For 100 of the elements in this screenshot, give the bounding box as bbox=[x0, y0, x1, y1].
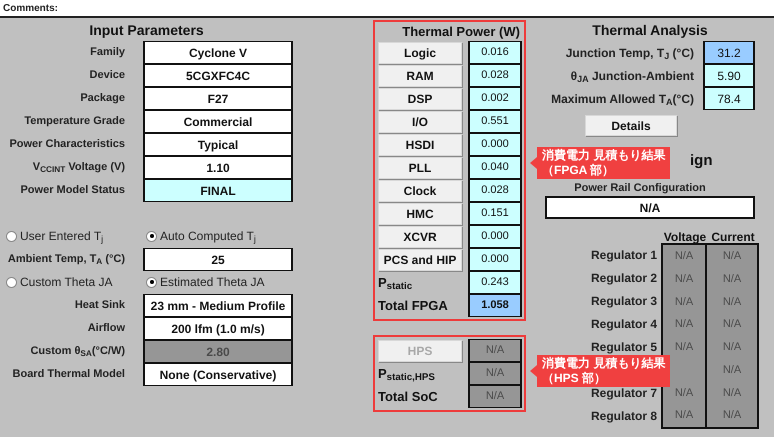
row-label: Total SoC bbox=[378, 388, 439, 406]
radio-label: Auto Computed T$_{j}$ bbox=[160, 228, 256, 245]
value-cell-text: N/A bbox=[722, 362, 742, 378]
value-field: 2.80 bbox=[143, 340, 293, 363]
value-cell-text: N/A bbox=[674, 317, 694, 332]
value-cell: 31.2 bbox=[703, 41, 755, 64]
field-label: Junction Temp, T$_{J}$ (°C) bbox=[564, 44, 695, 62]
callout-text: （FPGA 部） bbox=[542, 163, 616, 178]
value-cell-text: N/A bbox=[674, 340, 694, 356]
section-title: ign bbox=[690, 151, 712, 171]
category-button[interactable]: HSDI bbox=[378, 134, 462, 156]
value-cell-text: N/A bbox=[722, 340, 742, 356]
value-field[interactable]: 5CGXFC4C bbox=[143, 64, 293, 87]
row-label: P$_{static,HPS}$ bbox=[378, 364, 436, 384]
field-label: V$_{CCINT}$ Voltage (V) bbox=[32, 160, 126, 176]
field-label: Power Rail Configuration bbox=[574, 181, 706, 195]
value-cell: 5.90 bbox=[703, 64, 755, 87]
category-button[interactable]: RAM bbox=[378, 64, 462, 86]
value-cell: 78.4 bbox=[703, 87, 755, 110]
category-button[interactable]: Logic bbox=[378, 42, 462, 64]
value-cell: 0.016 bbox=[468, 41, 522, 64]
comments-label: Comments: bbox=[3, 2, 58, 16]
field-label: Power Characteristics bbox=[8, 137, 126, 152]
value-cell: N/A bbox=[468, 339, 522, 362]
value-cell: 0.000 bbox=[468, 248, 522, 271]
radio-button[interactable] bbox=[146, 276, 157, 288]
column-header: Current bbox=[710, 229, 756, 243]
field-label: Airflow bbox=[86, 321, 126, 336]
field-label: Power Model Status bbox=[19, 183, 126, 198]
value-cell: 0.028 bbox=[468, 64, 522, 87]
value-cell-text: N/A bbox=[722, 249, 742, 264]
row-label: Regulator 8 bbox=[590, 408, 657, 424]
field-label: Temperature Grade bbox=[23, 114, 126, 130]
value-cell-text: N/A bbox=[722, 408, 742, 424]
field-label: Device bbox=[88, 68, 126, 84]
row-label: Total FPGA bbox=[378, 296, 449, 315]
category-button[interactable]: I/O bbox=[378, 110, 462, 132]
callout-text: 消費電力 見積もり結果 bbox=[542, 148, 666, 163]
value-cell-text: N/A bbox=[674, 386, 694, 401]
value-cell: 0.551 bbox=[468, 110, 522, 133]
value-field[interactable]: 200 lfm (1.0 m/s) bbox=[143, 317, 293, 340]
category-button[interactable]: DSP bbox=[378, 88, 462, 110]
value-field[interactable]: None (Conservative) bbox=[143, 363, 293, 386]
section-title: Thermal Power (W) bbox=[401, 23, 521, 41]
value-cell: 0.028 bbox=[468, 179, 522, 202]
callout-text: 消費電力 見積もり結果 bbox=[542, 356, 666, 371]
value-field[interactable]: Typical bbox=[143, 133, 293, 156]
radio-button[interactable] bbox=[6, 276, 17, 288]
row-label: Regulator 4 bbox=[590, 316, 657, 332]
row-label: Regulator 5 bbox=[590, 338, 657, 356]
row-label: Regulator 7 bbox=[590, 384, 657, 402]
section-title: Thermal Analysis bbox=[591, 21, 709, 40]
section-title: Input Parameters bbox=[88, 21, 205, 40]
value-cell: 0.243 bbox=[468, 271, 522, 294]
value-cell: 1.058 bbox=[468, 294, 522, 317]
value-cell-text: N/A bbox=[674, 249, 694, 264]
row-label: Regulator 2 bbox=[590, 270, 657, 286]
category-button[interactable]: PLL bbox=[378, 156, 462, 178]
row-label: P$_{static}$ bbox=[378, 274, 414, 292]
field-label: θ$_{JA}$ Junction-Ambient bbox=[570, 68, 695, 84]
value-cell-text: N/A bbox=[722, 386, 742, 401]
value-cell: 0.000 bbox=[468, 133, 522, 156]
radio-button[interactable] bbox=[6, 230, 17, 242]
category-button[interactable]: XCVR bbox=[378, 226, 462, 248]
value-cell: N/A bbox=[468, 362, 522, 385]
category-button[interactable]: HMC bbox=[378, 202, 462, 224]
field-label: Custom θ$_{SA}$(°C/W) bbox=[29, 344, 126, 360]
value-cell-text: N/A bbox=[722, 272, 742, 287]
callout-text: （HPS 部） bbox=[542, 371, 608, 386]
field-label: Package bbox=[79, 91, 126, 106]
radio-label: Custom Theta JA bbox=[20, 274, 112, 291]
value-field[interactable]: 25 bbox=[143, 248, 293, 271]
radio-label: Estimated Theta JA bbox=[160, 274, 264, 291]
value-cell-text: N/A bbox=[674, 408, 694, 424]
details-button[interactable]: Details bbox=[585, 115, 677, 136]
field-label: Board Thermal Model bbox=[12, 367, 126, 382]
column-header: Voltage bbox=[662, 229, 708, 243]
value-cell: 0.040 bbox=[468, 156, 522, 179]
field-label: Maximum Allowed T$_{A}$(°C) bbox=[550, 90, 695, 108]
value-cell: 0.151 bbox=[468, 202, 522, 225]
value-cell-text: N/A bbox=[722, 317, 742, 332]
value-cell: N/A bbox=[468, 385, 522, 408]
field-label: Ambient Temp, T$_{A}$ (°C) bbox=[6, 252, 126, 268]
value-field[interactable]: 1.10 bbox=[143, 156, 293, 179]
value-cell: 0.000 bbox=[468, 225, 522, 248]
value-field[interactable]: N/A bbox=[545, 196, 755, 219]
value-field[interactable]: Commercial bbox=[143, 110, 293, 133]
value-cell-text: N/A bbox=[674, 294, 694, 310]
field-label: Heat Sink bbox=[74, 298, 126, 314]
value-field[interactable]: Cyclone V bbox=[143, 41, 293, 64]
value-field[interactable]: F27 bbox=[143, 87, 293, 110]
value-field[interactable]: FINAL bbox=[143, 179, 293, 202]
category-button[interactable]: Clock bbox=[378, 180, 462, 202]
field-label: Family bbox=[89, 45, 126, 60]
radio-button[interactable] bbox=[146, 230, 157, 242]
row-label: Regulator 3 bbox=[590, 292, 657, 310]
value-field[interactable]: 23 mm - Medium Profile bbox=[143, 294, 293, 317]
value-cell-text: N/A bbox=[722, 294, 742, 310]
value-cell: 0.002 bbox=[468, 87, 522, 110]
category-button[interactable]: PCS and HIP bbox=[378, 248, 462, 270]
